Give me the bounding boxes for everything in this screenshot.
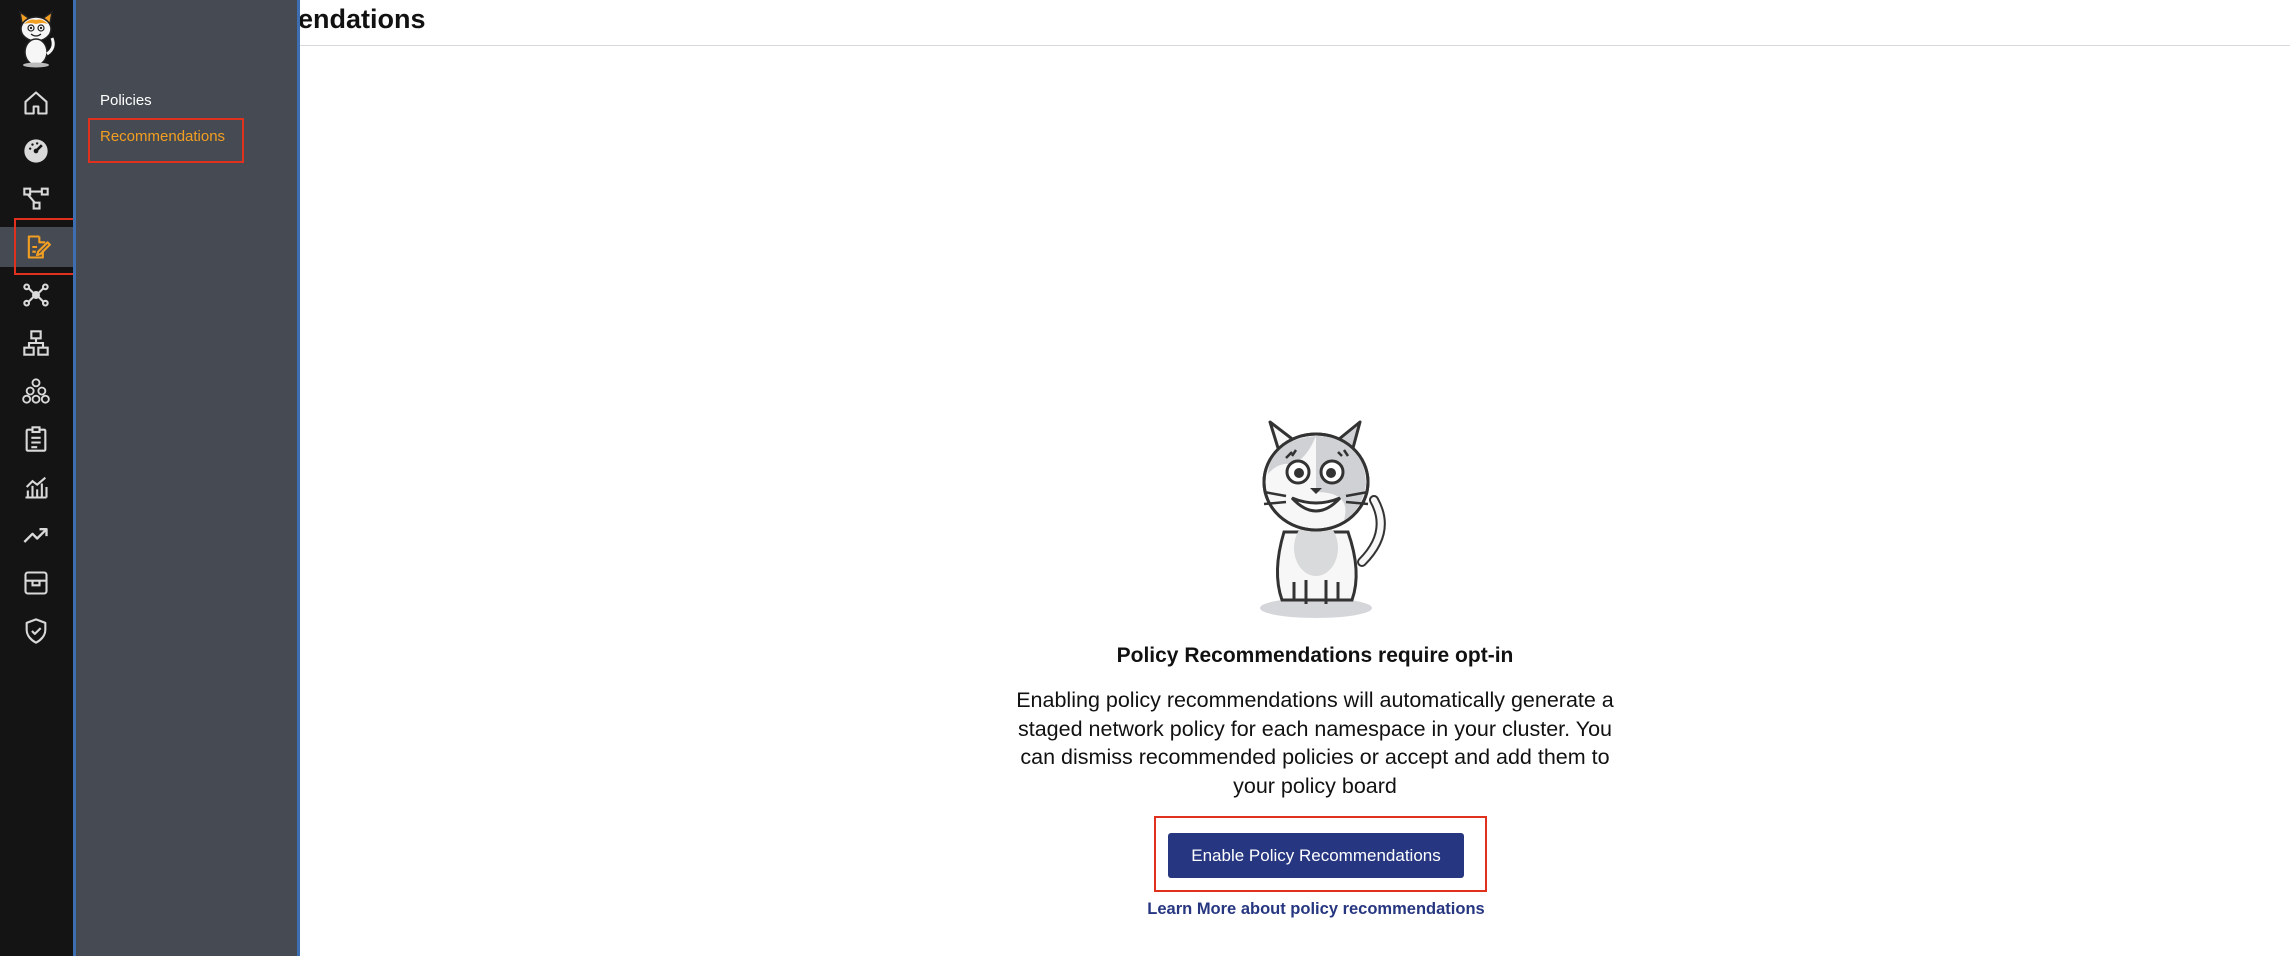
empty-state-description: Enabling policy recommendations will aut… [1016,688,1614,798]
cat-illustration-icon [1252,412,1392,620]
service-graph-icon[interactable] [14,178,58,218]
flyout-item-policies[interactable]: Policies [100,92,152,109]
home-icon[interactable] [14,83,58,123]
empty-state-title: Policy Recommendations require opt-in [1116,644,1514,667]
policies-icon[interactable] [0,227,73,267]
icon-rail [0,0,73,956]
reports-icon[interactable] [14,467,58,507]
security-icon[interactable] [14,611,58,651]
network-icon[interactable] [14,275,58,315]
managed-clusters-icon[interactable] [14,371,58,411]
compliance-icon[interactable] [14,419,58,459]
dashboard-icon[interactable] [14,131,58,171]
threat-icon[interactable] [14,563,58,603]
policies-flyout-menu: Policies Recommendations [73,0,300,956]
page-header: Recommendations [184,0,2290,46]
endpoints-icon[interactable] [14,323,58,363]
learn-more-link[interactable]: Learn More about policy recommendations [1000,900,1632,919]
flyout-item-recommendations[interactable]: Recommendations [100,128,225,145]
enable-policy-recommendations-button[interactable]: Enable Policy Recommendations [1168,833,1464,878]
flyout-header-overlap [73,0,300,46]
cat-logo-icon[interactable] [12,10,60,68]
activity-icon[interactable] [14,515,58,555]
